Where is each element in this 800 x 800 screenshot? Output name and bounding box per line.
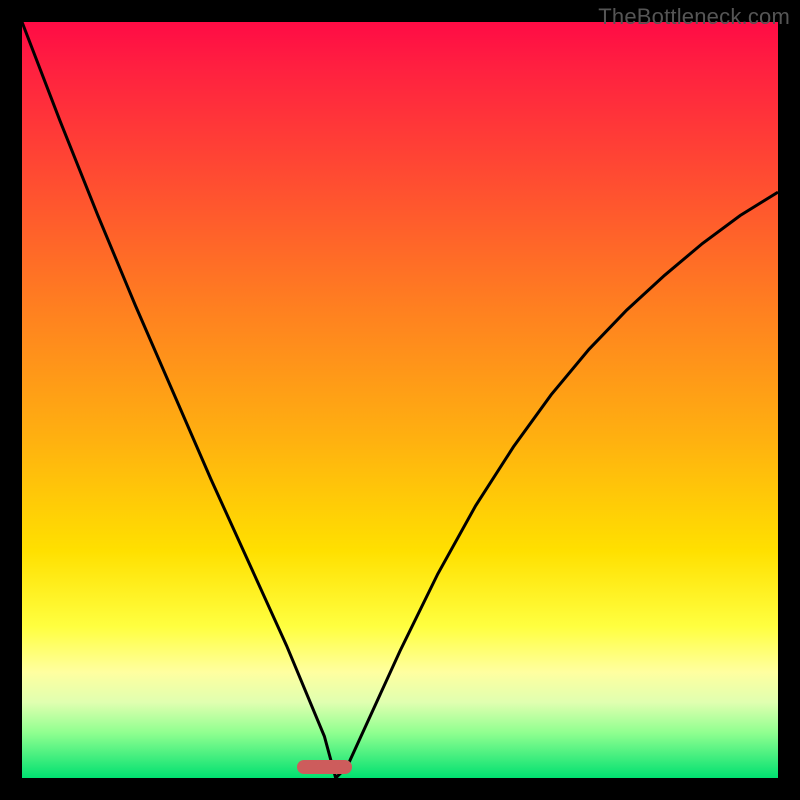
chart-area: [22, 22, 778, 778]
optimal-range-marker: [297, 760, 352, 774]
watermark-text: TheBottleneck.com: [598, 4, 790, 30]
bottleneck-curve: [22, 22, 778, 778]
